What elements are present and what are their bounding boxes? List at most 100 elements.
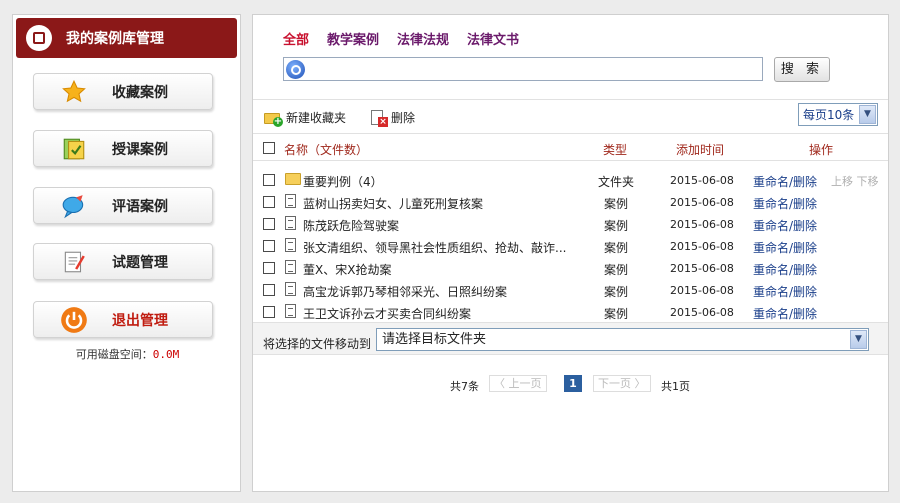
column-action: 操作 [809, 143, 834, 157]
favorite-cases-button[interactable]: 收藏案例 [33, 73, 213, 110]
rename-delete-link[interactable]: 重命名/删除 [753, 261, 817, 278]
document-icon [285, 216, 296, 230]
disk-space-label: 可用磁盘空间： [75, 348, 153, 361]
rename-delete-link[interactable]: 重命名/删除 [753, 305, 817, 322]
row-checkbox[interactable] [263, 240, 275, 252]
row-name[interactable]: 重要判例（4） [303, 173, 383, 190]
row-name[interactable]: 陈茂跃危险驾驶案 [303, 217, 399, 234]
row-time: 2015-06-08 [670, 196, 734, 209]
per-page-select[interactable]: 每页10条 ▼ [798, 103, 878, 126]
sidebar-header: 我的案例库管理 [16, 18, 237, 58]
table-row: 陈茂跃危险驾驶案 案例 2015-06-08 重命名/删除 [253, 213, 888, 235]
row-time: 2015-06-08 [670, 174, 734, 187]
teaching-cases-button[interactable]: 授课案例 [33, 130, 213, 167]
teaching-cases-label: 授课案例 [112, 141, 168, 158]
row-type: 案例 [603, 285, 628, 299]
row-name[interactable]: 王卫文诉孙云才买卖合同纠纷案 [303, 305, 471, 322]
favorite-cases-label: 收藏案例 [112, 84, 168, 101]
comment-cases-label: 评语案例 [112, 198, 168, 215]
sidebar-title: 我的案例库管理 [66, 31, 164, 47]
move-label: 将选择的文件移动到 [263, 337, 372, 351]
exam-paper-icon [60, 248, 88, 276]
tab-legal-documents[interactable]: 法律文书 [467, 29, 519, 48]
row-checkbox[interactable] [263, 306, 275, 318]
next-page-button[interactable]: 下一页 〉 [593, 375, 651, 392]
sidebar: 我的案例库管理 收藏案例 授课案例 评语案例 试题管理 退出管理 可用磁盘空间：… [12, 14, 241, 492]
prev-page-button[interactable]: 〈 上一页 [489, 375, 547, 392]
rename-delete-link[interactable]: 重命名/删除 [753, 173, 817, 190]
power-icon [60, 306, 88, 334]
row-type: 案例 [603, 219, 628, 233]
exam-management-label: 试题管理 [112, 254, 168, 271]
row-checkbox[interactable] [263, 284, 275, 296]
toolbar: + 新建收藏夹 × 删除 每页10条 ▼ [253, 99, 888, 133]
pagination: 共7条 〈 上一页 1 下一页 〉 共1页 [253, 375, 888, 395]
row-time: 2015-06-08 [670, 262, 734, 275]
column-name: 名称（文件数） [284, 143, 369, 157]
column-time: 添加时间 [676, 143, 725, 157]
search-button[interactable]: 搜 索 [774, 57, 830, 82]
row-type: 文件夹 [597, 175, 634, 189]
document-icon [285, 238, 296, 252]
row-type: 案例 [603, 263, 628, 277]
total-pages: 共1页 [661, 380, 690, 393]
exam-management-button[interactable]: 试题管理 [33, 243, 213, 280]
table-row: 张文清组织、领导黑社会性质组织、抢劫、敲诈... 案例 2015-06-08 重… [253, 235, 888, 257]
rename-delete-link[interactable]: 重命名/删除 [753, 239, 817, 256]
row-name[interactable]: 蓝树山拐卖妇女、儿童死刑复核案 [303, 195, 483, 212]
table-row: 王卫文诉孙云才买卖合同纠纷案 案例 2015-06-08 重命名/删除 [253, 301, 888, 323]
table-row: 蓝树山拐卖妇女、儿童死刑复核案 案例 2015-06-08 重命名/删除 [253, 191, 888, 213]
column-type: 类型 [603, 143, 628, 157]
tab-teaching-cases[interactable]: 教学案例 [327, 29, 379, 48]
row-name[interactable]: 张文清组织、领导黑社会性质组织、抢劫、敲诈... [303, 239, 566, 256]
move-bar: 将选择的文件移动到 请选择目标文件夹 ▼ [253, 322, 888, 355]
document-icon [285, 260, 296, 274]
rename-delete-link[interactable]: 重命名/删除 [753, 283, 817, 300]
row-name[interactable]: 董X、宋X抢劫案 [303, 261, 391, 278]
row-time: 2015-06-08 [670, 218, 734, 231]
current-page[interactable]: 1 [564, 375, 582, 392]
new-folder-button[interactable]: + 新建收藏夹 [264, 109, 347, 127]
target-folder-value: 请选择目标文件夹 [382, 332, 487, 347]
row-type: 案例 [603, 197, 628, 211]
comment-cases-button[interactable]: 评语案例 [33, 187, 213, 224]
calendar-icon [26, 25, 52, 51]
move-up-down-links[interactable]: 上移 下移 [831, 173, 879, 189]
row-checkbox[interactable] [263, 262, 275, 274]
total-count: 共7条 [450, 380, 479, 393]
exit-management-label: 退出管理 [112, 312, 168, 329]
exit-management-button[interactable]: 退出管理 [33, 301, 213, 338]
category-tabs: 全部 教学案例 法律法规 法律文书 [283, 29, 519, 48]
row-checkbox[interactable] [263, 218, 275, 230]
search-box [283, 57, 763, 81]
target-folder-select[interactable]: 请选择目标文件夹 ▼ [376, 328, 869, 351]
chevron-down-icon: ▼ [850, 330, 867, 349]
rename-delete-link[interactable]: 重命名/删除 [753, 195, 817, 212]
disk-space-value: 0.0M [152, 348, 180, 361]
document-icon [285, 304, 296, 318]
table-row: 重要判例（4） 文件夹 2015-06-08 重命名/删除 上移 下移 [253, 169, 888, 191]
row-type: 案例 [603, 307, 628, 321]
table-header: 名称（文件数） 类型 添加时间 操作 [253, 133, 888, 161]
row-name[interactable]: 高宝龙诉郭乃琴相邻采光、日照纠纷案 [303, 283, 507, 300]
search-icon [286, 60, 305, 79]
tab-laws[interactable]: 法律法规 [397, 29, 449, 48]
row-time: 2015-06-08 [670, 240, 734, 253]
select-all-checkbox[interactable] [263, 142, 275, 154]
document-icon [285, 194, 296, 208]
document-icon [285, 282, 296, 296]
new-folder-label: 新建收藏夹 [286, 111, 347, 125]
rename-delete-link[interactable]: 重命名/删除 [753, 217, 817, 234]
delete-button[interactable]: × 删除 [369, 109, 415, 127]
speech-bubble-icon [60, 192, 88, 220]
tab-all[interactable]: 全部 [283, 29, 309, 48]
row-checkbox[interactable] [263, 196, 275, 208]
book-icon [60, 135, 88, 163]
search-input[interactable] [308, 60, 758, 78]
chevron-down-icon: ▼ [859, 105, 876, 124]
disk-space: 可用磁盘空间：0.0M [13, 346, 242, 362]
row-checkbox[interactable] [263, 174, 275, 186]
delete-icon: × [369, 109, 389, 127]
row-type: 案例 [603, 241, 628, 255]
main-panel: 全部 教学案例 法律法规 法律文书 搜 索 + 新建收藏夹 × 删除 每页10条… [252, 14, 889, 492]
